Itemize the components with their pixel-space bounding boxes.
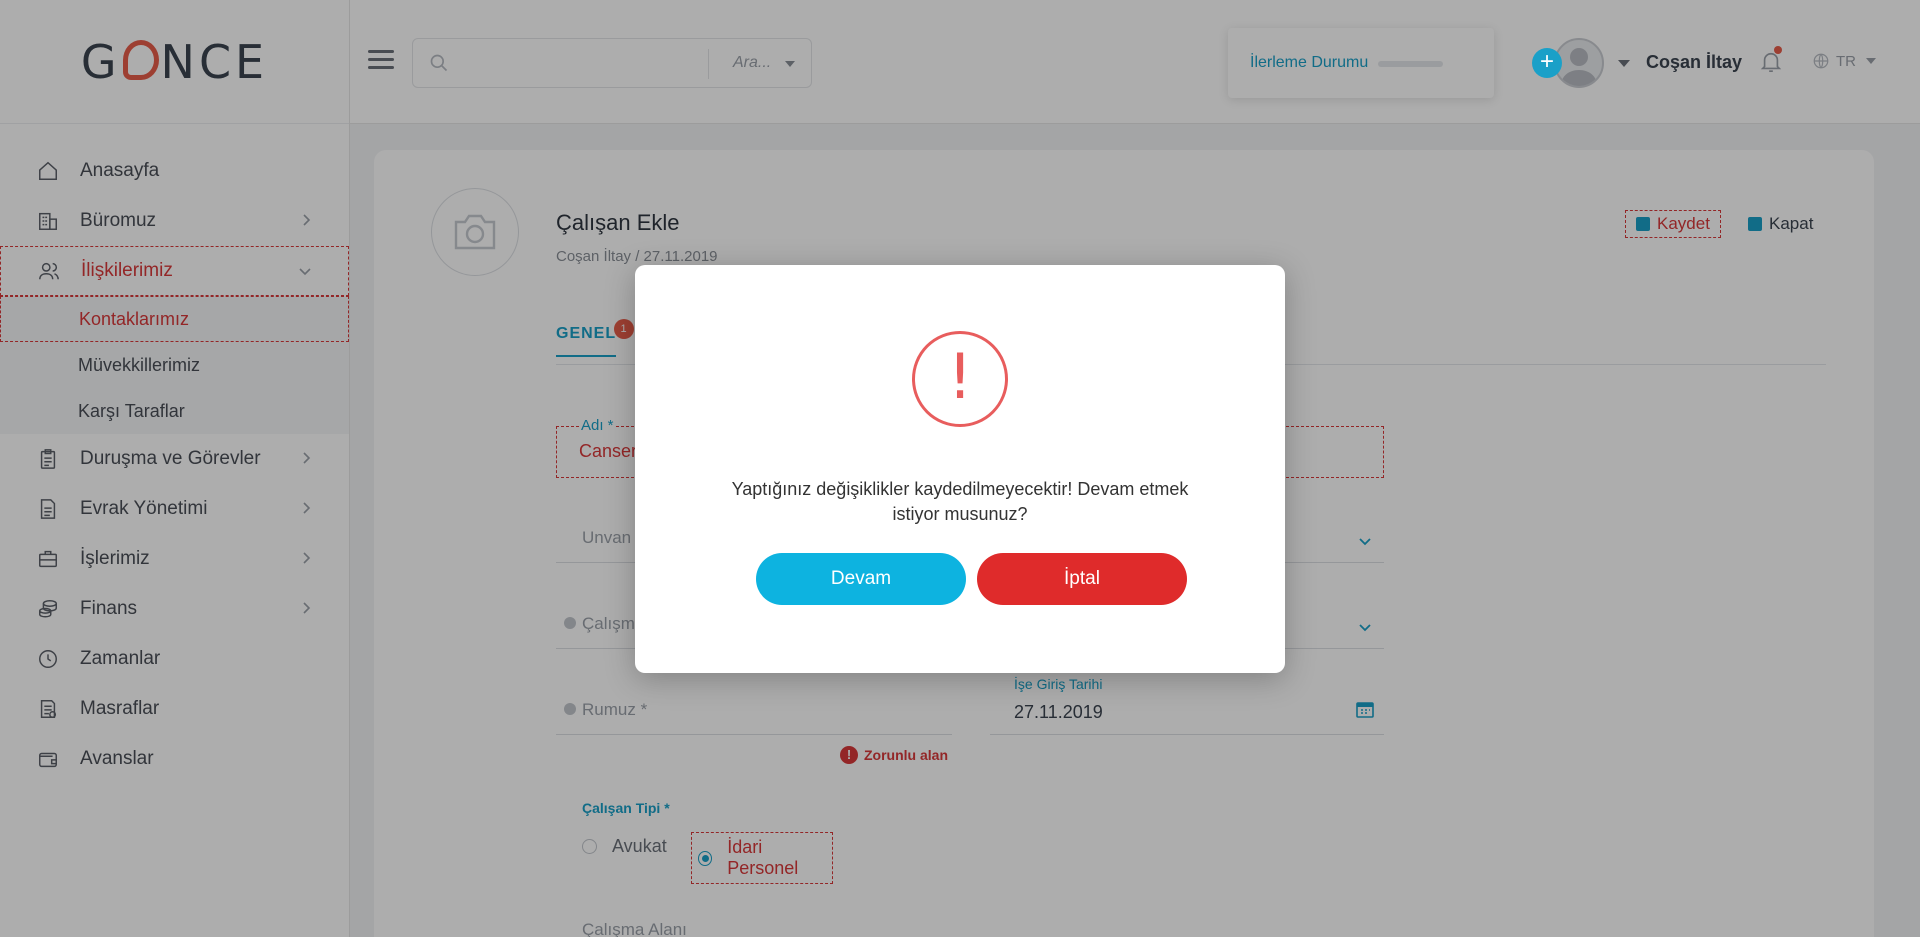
add-button[interactable]: + bbox=[1532, 48, 1562, 78]
cancel-button[interactable]: İptal bbox=[977, 553, 1187, 605]
dialog-message: Yaptığınız değişiklikler kaydedilmeyecek… bbox=[731, 479, 1189, 524]
continue-button[interactable]: Devam bbox=[756, 553, 966, 605]
confirm-dialog: ! Yaptığınız değişiklikler kaydedilmeyec… bbox=[635, 265, 1285, 673]
exclamation-mark: ! bbox=[947, 340, 973, 413]
exclamation-icon: ! bbox=[912, 331, 1008, 427]
